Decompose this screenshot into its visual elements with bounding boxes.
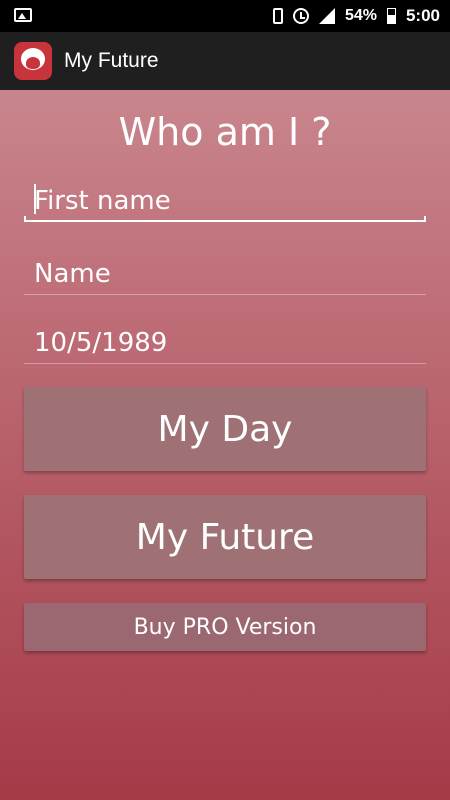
app-bar: My Future — [0, 32, 450, 90]
first-name-placeholder: First name — [34, 186, 171, 216]
signal-icon — [318, 8, 335, 24]
image-notification-icon — [14, 8, 32, 22]
birth-date-field[interactable]: 10/5/1989 — [24, 324, 426, 364]
app-title: My Future — [64, 49, 159, 72]
clock-time: 5:00 — [405, 6, 440, 25]
field-underline — [24, 294, 426, 295]
first-name-field[interactable]: First name — [24, 182, 426, 222]
battery-icon — [386, 8, 396, 24]
status-icons: 54% 5:00 — [272, 0, 440, 32]
field-underline — [24, 363, 426, 364]
name-field[interactable]: Name — [24, 255, 426, 295]
vibrate-icon — [272, 8, 283, 24]
my-day-button[interactable]: My Day — [24, 387, 426, 471]
name-placeholder: Name — [34, 259, 111, 289]
page-title: Who am I ? — [118, 110, 332, 154]
buy-pro-button[interactable]: Buy PRO Version — [24, 603, 426, 651]
status-bar: 54% 5:00 — [0, 0, 450, 32]
birth-date-value: 10/5/1989 — [34, 328, 168, 358]
alarm-icon — [292, 8, 309, 24]
main-content: Who am I ? First name Name 10/5/1989 My … — [0, 90, 450, 800]
my-future-button[interactable]: My Future — [24, 495, 426, 579]
field-underline — [24, 216, 426, 222]
app-logo-icon — [14, 42, 52, 80]
battery-percent: 54% — [344, 7, 377, 24]
